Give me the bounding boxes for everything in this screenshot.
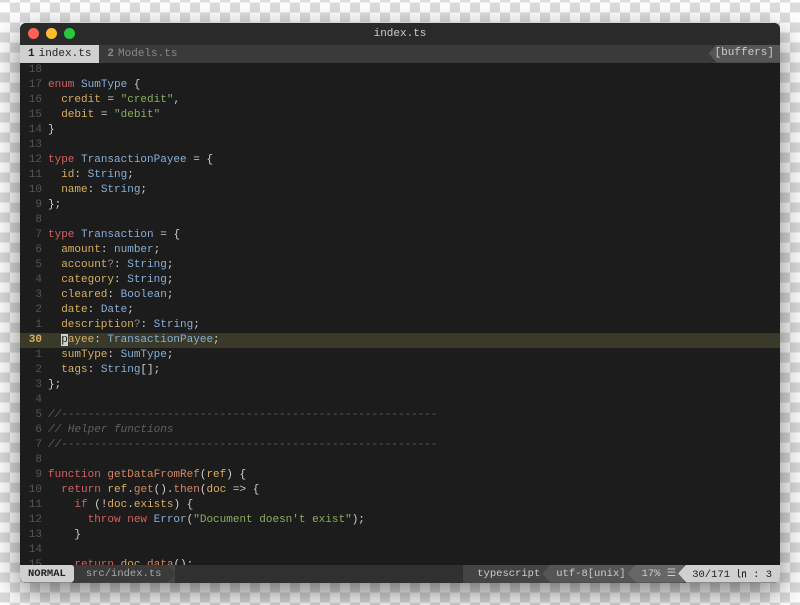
line-number: 2: [20, 303, 48, 318]
encoding-indicator: utf-8[unix]: [542, 565, 633, 583]
line-number: 14: [20, 123, 48, 138]
line-number: 11: [20, 168, 48, 183]
mode-indicator: NORMAL: [20, 565, 80, 583]
line-number: 7: [20, 228, 48, 243]
line-number: 6: [20, 243, 48, 258]
line-number: 3: [20, 288, 48, 303]
code-line: 13: [20, 138, 780, 153]
tab-index-ts[interactable]: 1index.ts: [20, 45, 99, 63]
code-line: 1 description?: String;: [20, 318, 780, 333]
code-line: 7//-------------------------------------…: [20, 438, 780, 453]
line-number: 12: [20, 153, 48, 168]
code-line: 3};: [20, 378, 780, 393]
code-line: 2 date: Date;: [20, 303, 780, 318]
tabline: 1index.ts2Models.ts [buffers]: [20, 45, 780, 63]
code-line: 4: [20, 393, 780, 408]
line-number: 1: [20, 318, 48, 333]
line-number: 6: [20, 423, 48, 438]
code-line: 10 return ref.get().then(doc => {: [20, 483, 780, 498]
code-line: 10 name: String;: [20, 183, 780, 198]
code-line: 16 credit = "credit",: [20, 93, 780, 108]
file-path: src/index.ts: [74, 565, 176, 583]
line-number: 4: [20, 393, 48, 408]
line-number: 8: [20, 453, 48, 468]
code-line: 15 debit = "debit": [20, 108, 780, 123]
code-line: 1 sumType: SumType;: [20, 348, 780, 363]
line-number: 30: [20, 333, 48, 348]
line-number: 15: [20, 108, 48, 123]
position-indicator: 30/171 ㏑ : 3: [678, 565, 780, 583]
code-line: 5//-------------------------------------…: [20, 408, 780, 423]
line-number: 1: [20, 348, 48, 363]
buffers-indicator[interactable]: [buffers]: [709, 45, 780, 63]
code-line: 14: [20, 543, 780, 558]
percent-indicator: 17% ☰: [628, 565, 685, 583]
line-number: 2: [20, 363, 48, 378]
titlebar: index.ts: [20, 23, 780, 45]
code-line: 15 return doc.data();: [20, 558, 780, 565]
line-number: 13: [20, 138, 48, 153]
line-number: 11: [20, 498, 48, 513]
code-line: 4 category: String;: [20, 273, 780, 288]
line-number: 16: [20, 93, 48, 108]
line-number: 17: [20, 78, 48, 93]
code-line: 11 if (!doc.exists) {: [20, 498, 780, 513]
line-number: 3: [20, 378, 48, 393]
line-number: 9: [20, 198, 48, 213]
line-number: 5: [20, 408, 48, 423]
code-line: 18: [20, 63, 780, 78]
code-line: 6 amount: number;: [20, 243, 780, 258]
tabs: 1index.ts2Models.ts: [20, 45, 185, 63]
code-line: 5 account?: String;: [20, 258, 780, 273]
line-number: 10: [20, 183, 48, 198]
line-number: 12: [20, 513, 48, 528]
code-line: 13 }: [20, 528, 780, 543]
code-line: 14}: [20, 123, 780, 138]
code-line: 30 payee: TransactionPayee;: [20, 333, 780, 348]
line-number: 5: [20, 258, 48, 273]
code-line: 11 id: String;: [20, 168, 780, 183]
code-line: 8: [20, 213, 780, 228]
filetype-indicator: typescript: [463, 565, 548, 583]
code-line: 9function getDataFromRef(ref) {: [20, 468, 780, 483]
code-line: 12 throw new Error("Document doesn't exi…: [20, 513, 780, 528]
code-line: 9};: [20, 198, 780, 213]
tab-models-ts[interactable]: 2Models.ts: [99, 45, 185, 63]
statusline: NORMAL src/index.ts typescript utf-8[uni…: [20, 565, 780, 583]
line-number: 18: [20, 63, 48, 78]
code-line: 17enum SumType {: [20, 78, 780, 93]
line-number: 9: [20, 468, 48, 483]
line-number: 4: [20, 273, 48, 288]
line-number: 10: [20, 483, 48, 498]
line-number: 15: [20, 558, 48, 565]
code-line: 7type Transaction = {: [20, 228, 780, 243]
code-line: 8: [20, 453, 780, 468]
line-number: 13: [20, 528, 48, 543]
code-editor[interactable]: 1817enum SumType {16 credit = "credit",1…: [20, 63, 780, 565]
line-number: 7: [20, 438, 48, 453]
window-title: index.ts: [20, 28, 780, 40]
code-line: 12type TransactionPayee = {: [20, 153, 780, 168]
code-line: 6// Helper functions: [20, 423, 780, 438]
editor-window: index.ts 1index.ts2Models.ts [buffers] 1…: [20, 23, 780, 583]
code-line: 3 cleared: Boolean;: [20, 288, 780, 303]
line-number: 14: [20, 543, 48, 558]
line-number: 8: [20, 213, 48, 228]
code-line: 2 tags: String[];: [20, 363, 780, 378]
